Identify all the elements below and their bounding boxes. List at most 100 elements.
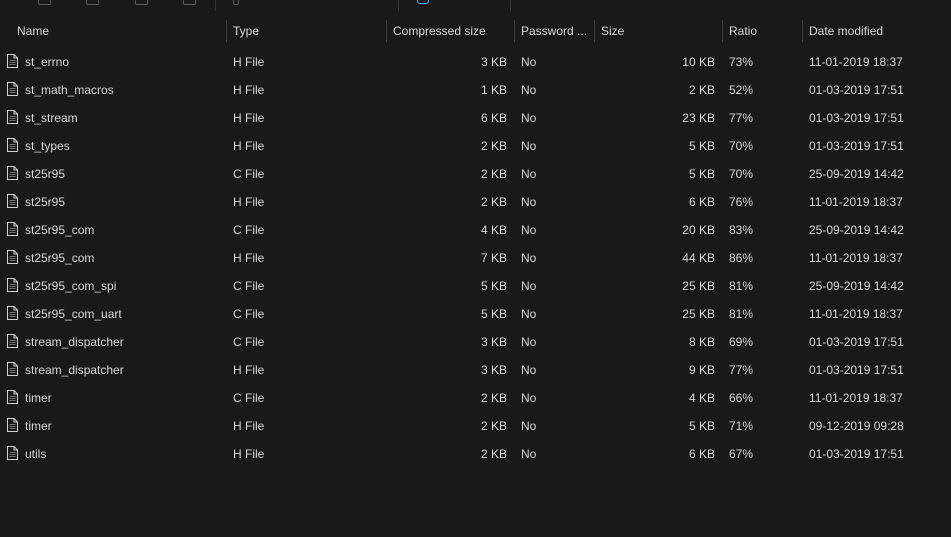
column-header-date-modified[interactable]: Date modified — [803, 18, 951, 44]
file-compressed-size: 4 KB — [480, 223, 507, 237]
file-compressed-size: 3 KB — [480, 363, 507, 377]
column-header-date-label: Date modified — [809, 24, 884, 38]
file-row[interactable]: timer C File 2 KB No 4 KB 66% 11-01-2019 18:37 — [0, 384, 951, 412]
toolbar-copy-icon[interactable] — [38, 0, 51, 5]
file-list: st_errno H File 3 KB No 10 KB 73% 11-01-2019 1… — [0, 48, 951, 468]
file-ratio: 67% — [729, 447, 754, 461]
column-header-ratio-label: Ratio — [729, 24, 758, 38]
column-header-compressed-size[interactable]: Compressed size — [387, 18, 515, 44]
file-icon — [7, 278, 18, 292]
file-icon — [7, 306, 18, 320]
toolbar-separator — [510, 0, 511, 11]
file-row[interactable]: st25r95_com_uart C File 5 KB No 25 KB 81% 11-0… — [0, 300, 951, 328]
file-password: No — [521, 391, 537, 405]
file-type: H File — [233, 447, 265, 461]
file-row[interactable]: st_math_macros H File 1 KB No 2 KB 52% 01-03-2… — [0, 76, 951, 104]
toolbar-separator — [215, 0, 216, 11]
file-icon — [7, 110, 18, 124]
file-compressed-size: 2 KB — [480, 391, 507, 405]
file-date-modified: 01-03-2019 17:51 — [809, 447, 904, 461]
file-size: 25 KB — [682, 307, 715, 321]
file-icon — [7, 390, 18, 404]
file-compressed-size: 2 KB — [480, 167, 507, 181]
file-date-modified: 11-01-2019 18:37 — [809, 307, 903, 321]
file-icon — [7, 250, 18, 264]
file-row[interactable]: st25r95 H File 2 KB No 6 KB 76% 11-01-2019 18:… — [0, 188, 951, 216]
file-password: No — [521, 419, 537, 433]
file-name: st25r95_com_uart — [25, 307, 122, 321]
toolbar-move-icon[interactable] — [86, 0, 99, 5]
file-password: No — [521, 83, 537, 97]
file-type: H File — [233, 419, 265, 433]
file-password: No — [521, 111, 537, 125]
file-type: H File — [233, 363, 265, 377]
file-date-modified: 01-03-2019 17:51 — [809, 335, 904, 349]
file-date-modified: 11-01-2019 18:37 — [809, 251, 903, 265]
file-row[interactable]: st25r95_com H File 7 KB No 44 KB 86% 11-01-201… — [0, 244, 951, 272]
file-row[interactable]: utils H File 2 KB No 6 KB 67% 01-03-2019 17:51 — [0, 440, 951, 468]
file-date-modified: 01-03-2019 17:51 — [809, 363, 904, 377]
file-row[interactable]: st25r95_com C File 4 KB No 20 KB 83% 25-09-201… — [0, 216, 951, 244]
file-date-modified: 11-01-2019 18:37 — [809, 55, 903, 69]
file-icon — [7, 82, 18, 96]
file-ratio: 77% — [729, 111, 754, 125]
toolbar-share-icon[interactable] — [417, 0, 429, 4]
file-compressed-size: 5 KB — [480, 279, 507, 293]
file-icon — [7, 194, 18, 208]
file-size: 6 KB — [688, 447, 715, 461]
file-size: 10 KB — [682, 55, 715, 69]
file-name: st_math_macros — [25, 83, 114, 97]
file-size: 5 KB — [688, 139, 715, 153]
toolbar-rename-icon[interactable] — [183, 0, 196, 5]
column-header-ratio[interactable]: Ratio — [723, 18, 803, 44]
file-compressed-size: 2 KB — [480, 419, 507, 433]
file-row[interactable]: st_errno H File 3 KB No 10 KB 73% 11-01-2019 1… — [0, 48, 951, 76]
toolbar-new-icon[interactable] — [233, 0, 239, 5]
file-password: No — [521, 55, 537, 69]
file-row[interactable]: st25r95_com_spi C File 5 KB No 25 KB 81% 25-09… — [0, 272, 951, 300]
column-header-password[interactable]: Password ... — [515, 18, 595, 44]
file-type: C File — [233, 391, 265, 405]
file-explorer-window: ⌃ Name Type Compressed size Password ...… — [0, 0, 951, 537]
file-ratio: 77% — [729, 363, 754, 377]
file-type: H File — [233, 111, 265, 125]
file-ratio: 69% — [729, 335, 754, 349]
file-size: 8 KB — [688, 335, 715, 349]
file-name: timer — [25, 419, 52, 433]
file-type: H File — [233, 55, 265, 69]
file-ratio: 73% — [729, 55, 754, 69]
file-size: 2 KB — [688, 83, 715, 97]
file-password: No — [521, 195, 537, 209]
file-date-modified: 09-12-2019 09:28 — [809, 419, 904, 433]
column-header-name[interactable]: ⌃ Name — [11, 18, 227, 44]
file-icon — [7, 334, 18, 348]
file-row[interactable]: st25r95 C File 2 KB No 5 KB 70% 25-09-2019 14:… — [0, 160, 951, 188]
file-password: No — [521, 251, 537, 265]
toolbar-delete-icon[interactable] — [135, 0, 148, 5]
toolbar-separator — [398, 0, 399, 11]
file-size: 44 KB — [682, 251, 715, 265]
file-date-modified: 11-01-2019 18:37 — [809, 195, 903, 209]
file-size: 4 KB — [688, 391, 715, 405]
file-row[interactable]: stream_dispatcher C File 3 KB No 8 KB 69% 01-0… — [0, 328, 951, 356]
sort-ascending-icon: ⌃ — [122, 18, 130, 21]
file-date-modified: 01-03-2019 17:51 — [809, 111, 904, 125]
column-header-size-label: Size — [601, 24, 625, 38]
file-name: st_errno — [25, 55, 70, 69]
file-ratio: 83% — [729, 223, 754, 237]
file-row[interactable]: st_stream H File 6 KB No 23 KB 77% 01-03-2019 … — [0, 104, 951, 132]
file-name: timer — [25, 391, 52, 405]
file-compressed-size: 5 KB — [480, 307, 507, 321]
file-ratio: 71% — [729, 419, 754, 433]
column-header-size[interactable]: Size — [595, 18, 723, 44]
file-ratio: 70% — [729, 139, 754, 153]
file-row[interactable]: st_types H File 2 KB No 5 KB 70% 01-03-2019 17… — [0, 132, 951, 160]
file-ratio: 86% — [729, 251, 754, 265]
file-icon — [7, 222, 18, 236]
file-type: H File — [233, 251, 265, 265]
file-row[interactable]: timer H File 2 KB No 5 KB 71% 09-12-2019 09:28 — [0, 412, 951, 440]
file-icon — [7, 446, 18, 460]
column-header-type[interactable]: Type — [227, 18, 387, 44]
file-row[interactable]: stream_dispatcher H File 3 KB No 9 KB 77% 01-0… — [0, 356, 951, 384]
file-date-modified: 01-03-2019 17:51 — [809, 139, 904, 153]
